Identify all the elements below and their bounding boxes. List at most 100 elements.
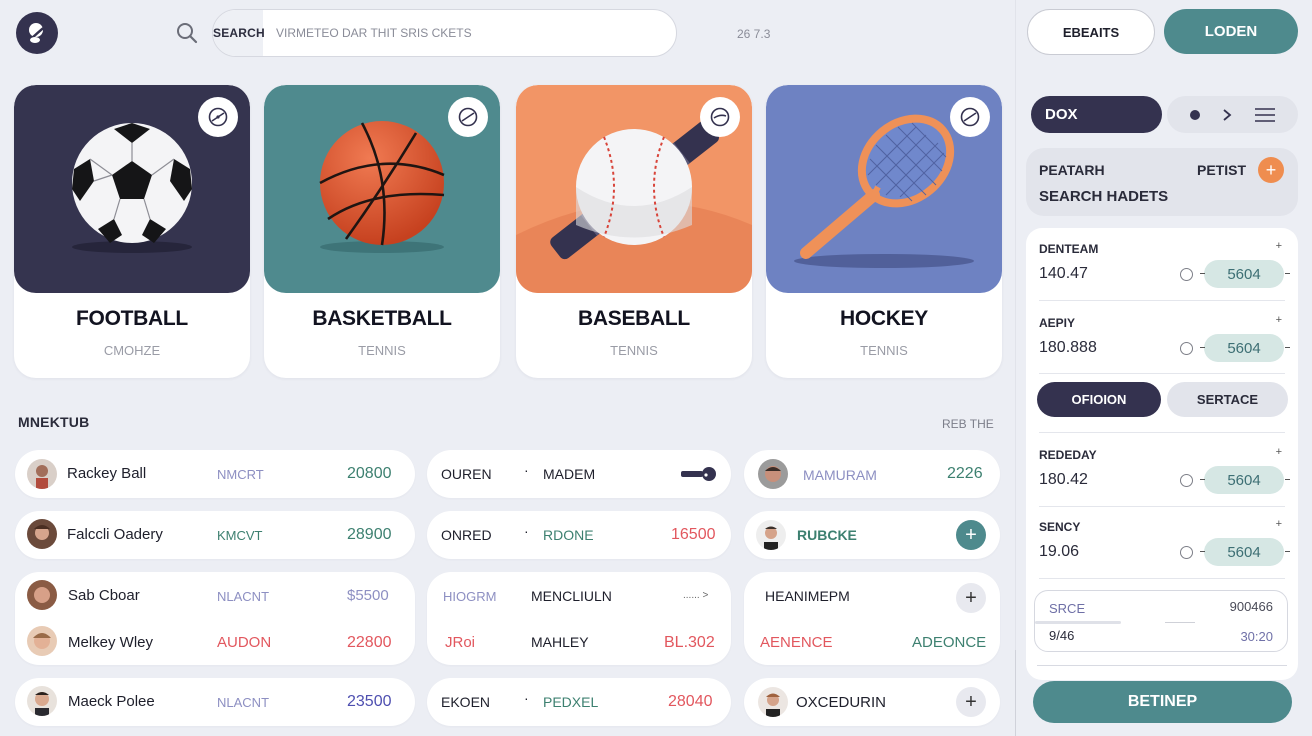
bet-radio[interactable] [1180, 474, 1193, 487]
app-logo[interactable] [16, 12, 58, 54]
match-row[interactable]: EKOEN · PEDXEL 28040 [427, 678, 731, 726]
bet-odds[interactable]: 5604 [1200, 538, 1290, 566]
whistle-icon [681, 467, 716, 481]
expand-icon[interactable]: + [1276, 240, 1282, 252]
promo-right-label: PETIST [1197, 162, 1247, 178]
player-tag: NMCRT [217, 467, 264, 482]
sport-card-football[interactable]: FOOTBALL CMOHZE [14, 85, 250, 378]
sport-badge-icon [208, 107, 228, 127]
expand-icon[interactable]: + [1276, 446, 1282, 458]
bet-slip: DENTEAM + 140.47 5604 AEPIY + 180.888 56… [1026, 228, 1298, 680]
player-name: Melkey Wley [68, 634, 154, 651]
player-row[interactable]: Rackey Ball NMCRT 20800 [15, 450, 415, 498]
add-button[interactable]: + [956, 687, 986, 717]
match-team-left: JRoi [445, 634, 476, 651]
team-row[interactable]: RUBCKE + [744, 511, 1000, 559]
bet-radio[interactable] [1180, 546, 1193, 559]
match-separator: · [524, 462, 529, 478]
search-icon[interactable] [176, 22, 198, 44]
section-title: MNEKTUB [18, 414, 90, 430]
player-row[interactable]: Falccli Oadery KMCVT 28900 [15, 511, 415, 559]
add-button[interactable]: + [956, 583, 986, 613]
summary-line [1165, 622, 1195, 623]
tab-options[interactable]: OFIOION [1037, 382, 1161, 417]
avatar [27, 459, 57, 489]
bet-item: DENTEAM + 140.47 5604 [1026, 228, 1298, 300]
more-link[interactable]: ...... > [683, 590, 708, 601]
sport-card-baseball[interactable]: BASEBALL TENNIS [516, 85, 752, 378]
chevron-right-icon[interactable] [1222, 108, 1232, 121]
bet-odds[interactable]: 5604 [1200, 260, 1290, 288]
bet-value: 19.06 [1039, 543, 1080, 560]
place-bet-button[interactable]: BETINEP [1033, 681, 1292, 723]
bet-label: DENTEAM [1039, 242, 1099, 256]
sport-card-hockey[interactable]: HOCKEY TENNIS [766, 85, 1002, 378]
player-value: 20800 [347, 465, 392, 482]
favorite-button[interactable] [950, 97, 990, 137]
login-button[interactable]: LODEN [1164, 9, 1298, 54]
summary-key: 9/46 [1049, 628, 1075, 643]
search-input[interactable] [263, 10, 676, 56]
avatar [27, 626, 57, 656]
team-row[interactable]: OXCEDURIN + [744, 678, 1000, 726]
soccer-ball-icon [72, 123, 192, 253]
sport-card-title: HOCKEY [839, 307, 929, 330]
match-group[interactable]: HIOGRM MENCLIULN ...... > JRoi MAHLEY BL… [427, 572, 731, 665]
player-tag: NLACNT [217, 695, 270, 710]
expand-icon[interactable]: + [1276, 314, 1282, 326]
add-button[interactable]: + [956, 520, 986, 550]
avatar [758, 459, 788, 489]
panel-divider [1015, 0, 1016, 736]
avatar [27, 686, 57, 716]
team-label: HEANIMEPM [765, 588, 850, 604]
expand-icon[interactable]: + [1276, 518, 1282, 530]
team-group[interactable]: HEANIMEPM + AENENCE ADEONCE [744, 572, 1000, 665]
menu-icon[interactable] [1254, 107, 1275, 122]
promo-card[interactable]: PEATARH PETIST + SEARCH HADETS [1026, 148, 1298, 216]
match-row[interactable]: ONRED · RDONE 16500 [427, 511, 731, 559]
logo-icon [27, 23, 47, 43]
sport-card-subtitle: CMOHZE [103, 343, 161, 358]
player-group[interactable]: Sab Cboar NLACNT $5500 Melkey Wley AUDON… [15, 572, 415, 665]
player-value: 23500 [347, 693, 392, 710]
promo-add-button[interactable]: + [1258, 157, 1284, 183]
bet-radio[interactable] [1180, 342, 1193, 355]
player-name: Rackey Ball [67, 465, 147, 482]
status-dot-icon[interactable] [1190, 109, 1201, 120]
section-see-all-link[interactable]: REB THE [942, 417, 994, 431]
bet-odds[interactable]: 5604 [1200, 334, 1290, 362]
divider [1039, 432, 1285, 433]
match-separator: · [524, 523, 529, 539]
bet-value: 180.888 [1039, 339, 1097, 356]
bet-radio[interactable] [1180, 268, 1193, 281]
tab-service[interactable]: SERTACE [1167, 382, 1288, 417]
team-row[interactable]: MAMURAM 2226 [744, 450, 1000, 498]
bet-odds[interactable]: 5604 [1200, 466, 1290, 494]
match-row[interactable]: OUREN · MADEM [427, 450, 731, 498]
sport-card-basketball[interactable]: BASKETBALL TENNIS [264, 85, 500, 378]
player-tag: NLACNT [217, 589, 270, 604]
filter-pill[interactable]: DOX [1031, 96, 1162, 133]
avatar [27, 580, 57, 610]
match-team-right: MAHLEY [531, 634, 589, 650]
bet-value: 180.42 [1039, 471, 1088, 488]
summary-value: 30:20 [1240, 629, 1273, 644]
favorite-button[interactable] [448, 97, 488, 137]
player-row[interactable]: Maeck Polee NLACNT 23500 [15, 678, 415, 726]
bet-item: REDEDAY + 180.42 5604 [1026, 434, 1298, 506]
bet-label: AEPIY [1039, 316, 1076, 330]
favorite-button[interactable] [198, 97, 238, 137]
match-team-right: PEDXEL [543, 694, 599, 710]
sport-card-subtitle: TENNIS [358, 343, 406, 358]
promo-title: PEATARH [1039, 162, 1105, 178]
bet-summary: SRCE 900466 9/46 30:20 [1034, 590, 1288, 652]
search-bar[interactable]: SEARCH [212, 9, 677, 57]
match-value: 16500 [671, 526, 716, 543]
secondary-button[interactable]: EBEAITS [1027, 9, 1155, 55]
sport-badge-icon [458, 107, 478, 127]
promo-subtitle: SEARCH HADETS [1039, 188, 1169, 205]
summary-key: SRCE [1049, 601, 1086, 616]
match-team-right: RDONE [543, 527, 594, 543]
summary-value: 900466 [1229, 599, 1273, 614]
favorite-button[interactable] [700, 97, 740, 137]
